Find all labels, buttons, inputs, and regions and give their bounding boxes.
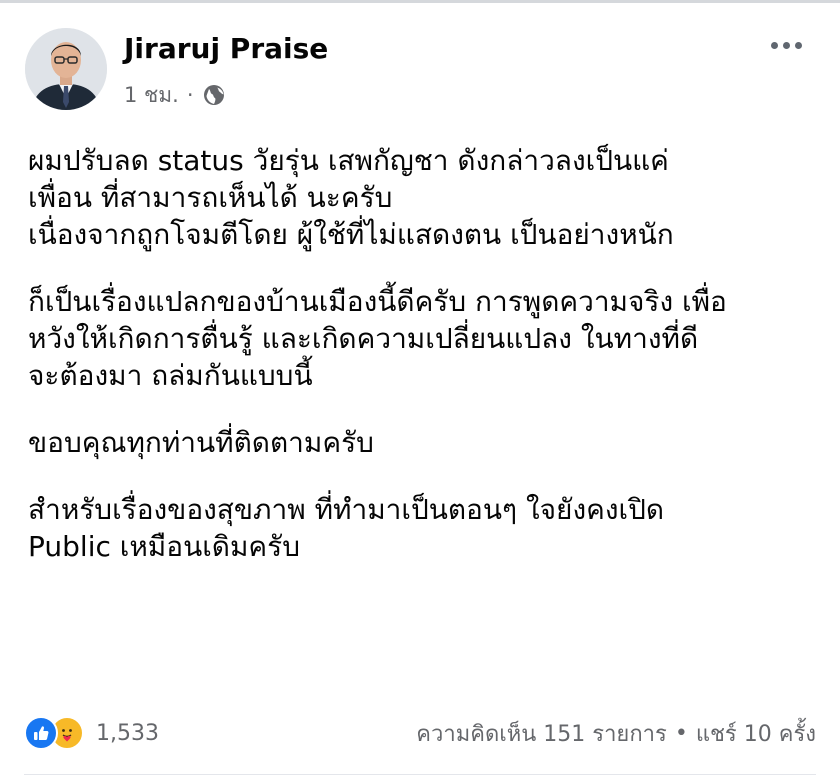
post-line: ผมปรับลด status วัยรุ่น เสพกัญชา ดังกล่า…	[28, 144, 669, 177]
comments-count-link[interactable]: ความคิดเห็น 151 รายการ	[416, 716, 667, 751]
post-line: หวังให้เกิดการตื่นรู้ และเกิดความเปลี่ยน…	[28, 322, 699, 355]
more-dot	[794, 41, 802, 49]
post-line: จะต้องมา ถล่มกันแบบนี้	[28, 359, 313, 392]
like-icon	[24, 716, 58, 750]
post-meta: 1 ชม. ·	[124, 80, 226, 110]
more-dot	[782, 41, 790, 49]
post-line: เนื่องจากถูกโจมตีโดย ผู้ใช้ที่ไม่แสดงตน …	[28, 218, 674, 251]
post-line: สำหรับเรื่องของสุขภาพ ที่ทำมาเป็นตอนๆ ใจ…	[28, 493, 665, 526]
bottom-divider	[24, 774, 816, 775]
reaction-count: 1,533	[96, 720, 159, 746]
stats-separator: •	[674, 720, 688, 746]
reaction-icons	[24, 716, 84, 750]
post-line: เพื่อน ที่สามารถเห็นได้ นะครับ	[28, 181, 393, 214]
engagement-stats: ความคิดเห็น 151 รายการ • แชร์ 10 ครั้ง	[416, 713, 816, 753]
shares-count-link[interactable]: แชร์ 10 ครั้ง	[696, 716, 816, 751]
post-line: ขอบคุณทุกท่านที่ติดตามครับ	[28, 426, 374, 459]
globe-icon[interactable]	[202, 83, 226, 107]
more-dot	[770, 41, 778, 49]
post-line: Public เหมือนเดิมครับ	[28, 530, 300, 563]
more-options-icon[interactable]	[764, 30, 808, 60]
meta-separator: ·	[186, 83, 194, 107]
top-divider	[0, 0, 840, 3]
reaction-summary[interactable]: 1,533	[24, 713, 159, 753]
author-name[interactable]: Jiraruj Praise	[124, 32, 328, 65]
post-paragraph: ขอบคุณทุกท่านที่ติดตามครับ	[28, 424, 828, 461]
post-paragraph: สำหรับเรื่องของสุขภาพ ที่ทำมาเป็นตอนๆ ใจ…	[28, 491, 828, 565]
post-body: ผมปรับลด status วัยรุ่น เสพกัญชา ดังกล่า…	[28, 142, 828, 595]
timestamp[interactable]: 1 ชม.	[124, 79, 179, 112]
post-paragraph: ผมปรับลด status วัยรุ่น เสพกัญชา ดังกล่า…	[28, 142, 828, 253]
post-line: ก็เป็นเรื่องแปลกของบ้านเมืองนี้ดีครับ กา…	[28, 285, 727, 318]
post-paragraph: ก็เป็นเรื่องแปลกของบ้านเมืองนี้ดีครับ กา…	[28, 283, 828, 394]
avatar[interactable]	[25, 28, 107, 110]
